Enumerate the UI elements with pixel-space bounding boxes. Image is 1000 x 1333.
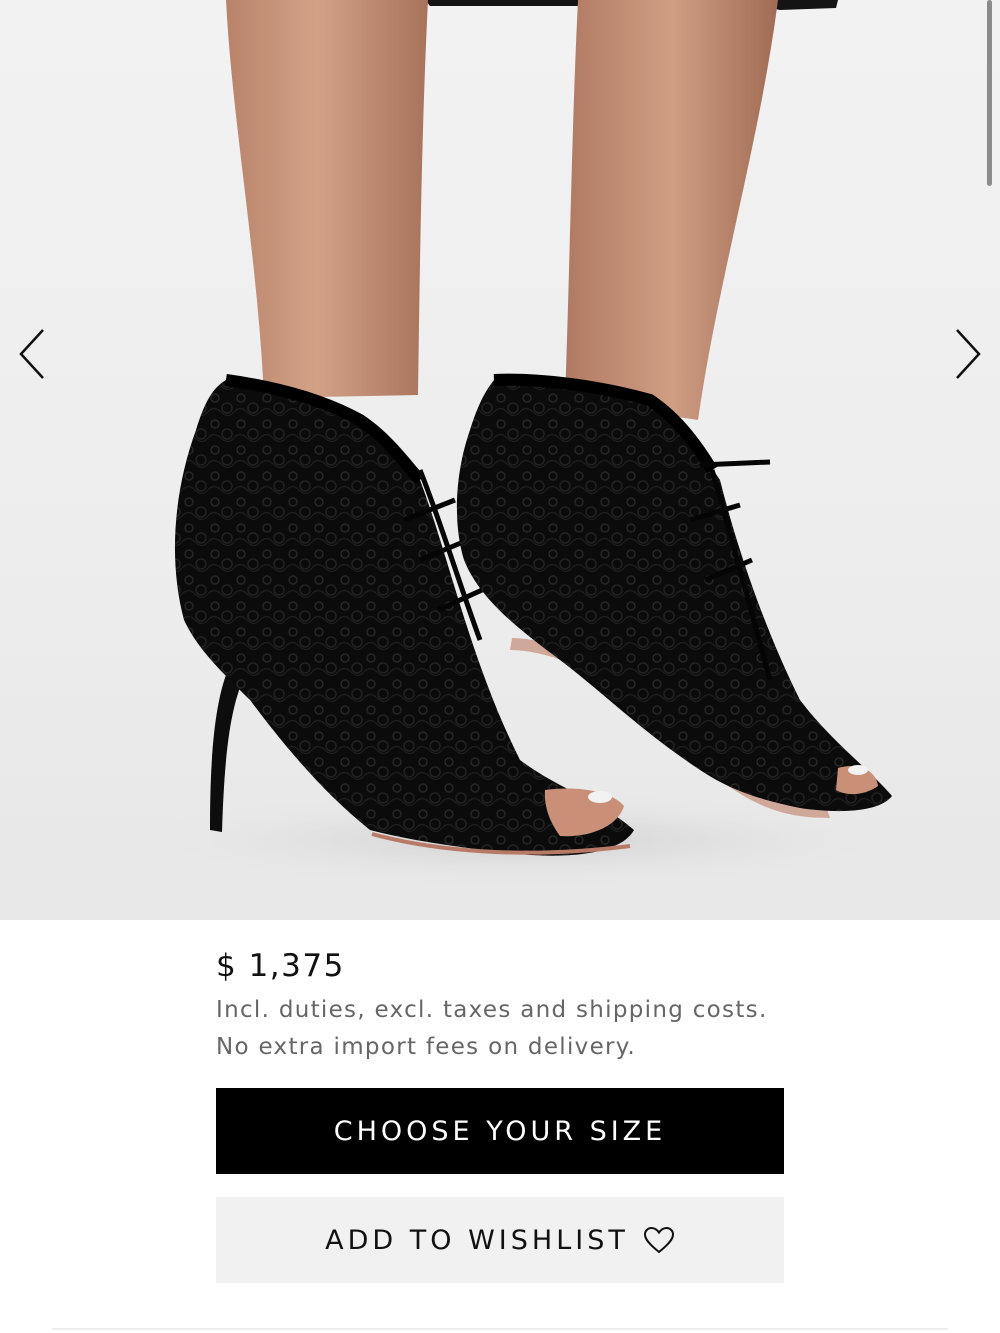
divider: [52, 1328, 948, 1330]
previous-image-button[interactable]: [2, 322, 62, 386]
add-to-wishlist-button[interactable]: ADD TO WISHLIST: [216, 1197, 784, 1283]
price-note-line: Incl. duties, excl. taxes and shipping c…: [216, 997, 768, 1023]
price-note: Incl. duties, excl. taxes and shipping c…: [216, 992, 784, 1066]
product-photo: [100, 0, 940, 890]
product-details: $ 1,375 Incl. duties, excl. taxes and sh…: [216, 944, 784, 1066]
choose-size-button[interactable]: CHOOSE YOUR SIZE: [216, 1088, 784, 1174]
next-image-button[interactable]: [938, 322, 998, 386]
heart-icon: [643, 1226, 675, 1254]
wishlist-label: ADD TO WISHLIST: [325, 1224, 629, 1256]
choose-size-label: CHOOSE YOUR SIZE: [333, 1115, 667, 1147]
chevron-left-icon: [19, 329, 44, 379]
product-price: $ 1,375: [216, 948, 345, 984]
price-note-line: No extra import fees on delivery.: [216, 1034, 637, 1060]
product-page: $ 1,375 Incl. duties, excl. taxes and sh…: [0, 0, 1000, 1333]
product-image-gallery[interactable]: [0, 0, 1000, 920]
scrollbar-thumb[interactable]: [987, 0, 992, 186]
chevron-right-icon: [956, 329, 981, 379]
